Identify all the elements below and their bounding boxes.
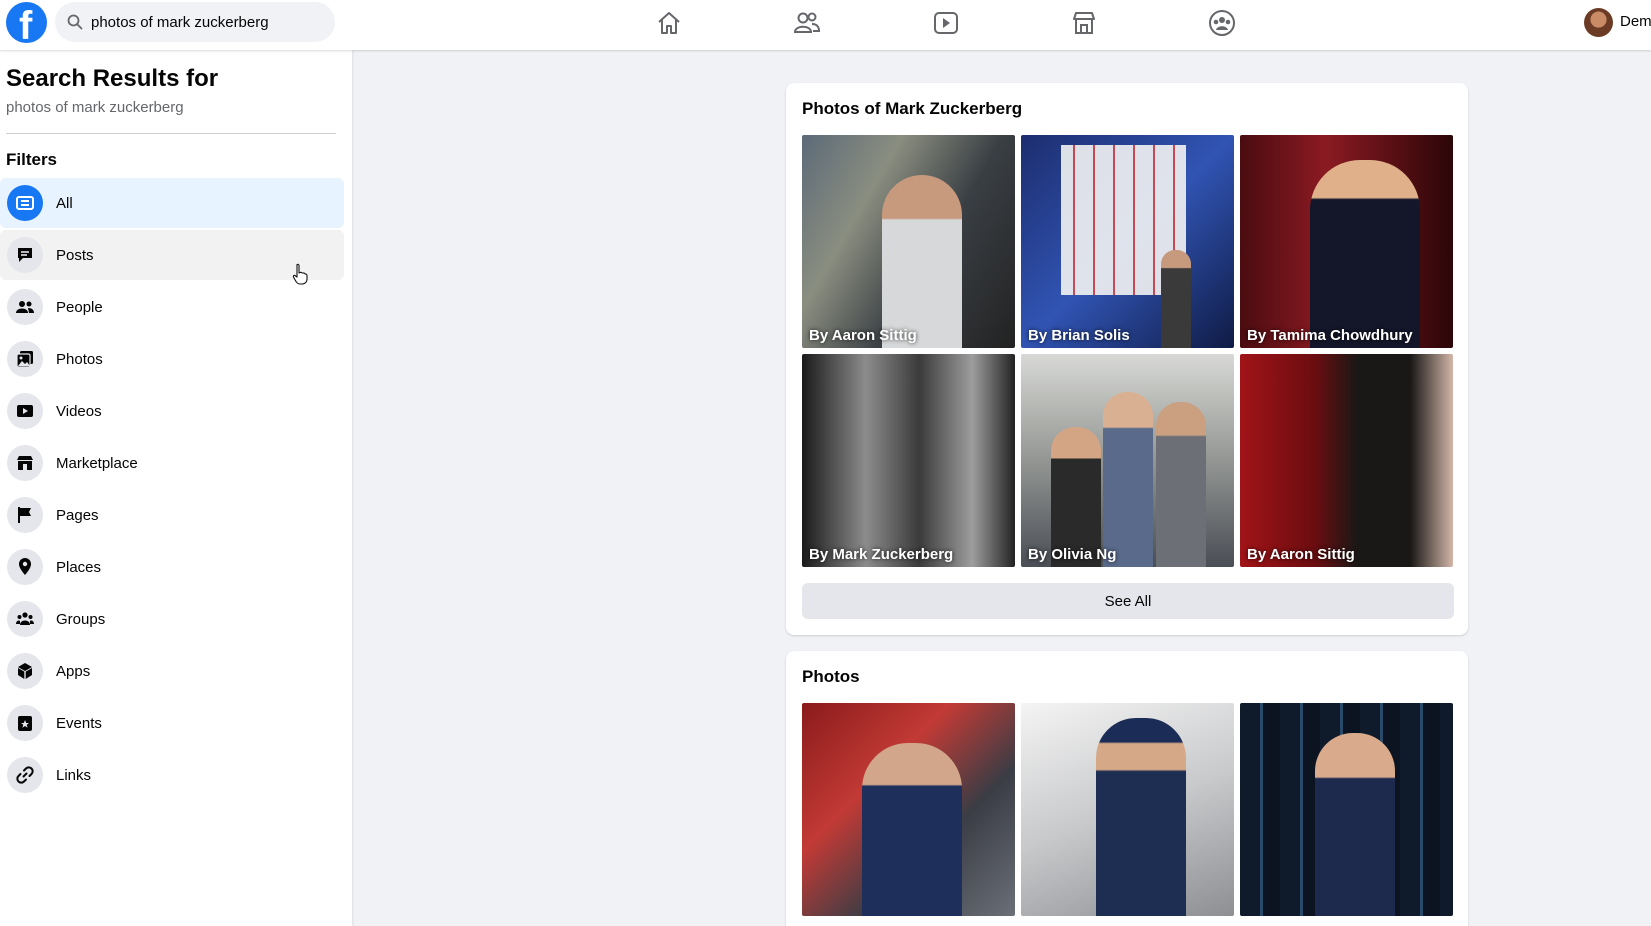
friends-icon[interactable]: [790, 6, 824, 40]
filter-item-people[interactable]: People: [0, 282, 344, 332]
card-title: Photos: [802, 667, 860, 686]
photo-tile[interactable]: By Aaron Sittig: [802, 135, 1015, 348]
photo-grid: By Aaron Sittig By Brian Solis By Tamima…: [802, 135, 1453, 567]
search-icon: [67, 14, 83, 30]
photo-caption: By Mark Zuckerberg: [809, 546, 954, 563]
filter-label: Marketplace: [56, 454, 138, 472]
photo-tile[interactable]: By Olivia Ng: [1021, 354, 1234, 567]
filter-item-apps[interactable]: Apps: [0, 646, 344, 696]
filter-label: Apps: [56, 662, 91, 680]
photo-caption: By Tamima Chowdhury: [1247, 327, 1413, 344]
photo-caption: By Aaron Sittig: [1247, 546, 1355, 563]
filter-label: Videos: [56, 402, 102, 420]
map-pin-icon: [7, 549, 43, 585]
filter-label: Pages: [56, 506, 99, 524]
marketplace-icon: [7, 445, 43, 481]
top-navigation-bar: f Dem: [0, 0, 1651, 50]
photo-caption: By Brian Solis: [1028, 327, 1130, 344]
filters-heading: Filters: [6, 150, 58, 169]
filter-item-marketplace[interactable]: Marketplace: [0, 438, 344, 488]
photos-card: Photos: [786, 651, 1468, 926]
photo-caption: By Aaron Sittig: [809, 327, 917, 344]
watch-icon[interactable]: [929, 6, 963, 40]
card-title: Photos of Mark Zuckerberg: [802, 99, 1023, 118]
filter-item-places[interactable]: Places: [0, 542, 344, 592]
search-input[interactable]: [91, 13, 311, 31]
photos-icon: [7, 341, 43, 377]
people-icon: [7, 289, 43, 325]
filter-label: Photos: [56, 350, 103, 368]
calendar-star-icon: [7, 705, 43, 741]
user-name[interactable]: Dem: [1620, 13, 1651, 30]
filter-item-all[interactable]: All: [0, 178, 344, 228]
link-icon: [7, 757, 43, 793]
filter-item-groups[interactable]: Groups: [0, 594, 344, 644]
divider: [6, 133, 336, 134]
photo-tile[interactable]: By Brian Solis: [1021, 135, 1234, 348]
filter-label: Events: [56, 714, 102, 732]
all-icon: [7, 185, 43, 221]
flag-icon: [7, 497, 43, 533]
filter-label: Places: [56, 558, 102, 576]
marketplace-icon[interactable]: [1067, 6, 1101, 40]
page-title: Search Results for: [6, 65, 219, 92]
home-icon[interactable]: [652, 6, 686, 40]
photo-tile[interactable]: [802, 703, 1015, 916]
filter-label: All: [56, 194, 73, 212]
groups-icon[interactable]: [1205, 6, 1239, 40]
groups-icon: [7, 601, 43, 637]
photo-grid: [802, 703, 1453, 916]
search-box[interactable]: [55, 2, 335, 42]
user-avatar[interactable]: [1584, 8, 1613, 37]
hand-cursor-icon: [292, 263, 308, 285]
filter-label: Groups: [56, 610, 106, 628]
photos-of-person-card: Photos of Mark Zuckerberg By Aaron Sitti…: [786, 83, 1468, 635]
photo-tile[interactable]: By Tamima Chowdhury: [1240, 135, 1453, 348]
posts-icon: [7, 237, 43, 273]
filter-item-links[interactable]: Links: [0, 750, 344, 800]
photo-tile[interactable]: By Aaron Sittig: [1240, 354, 1453, 567]
search-filters-sidebar: Search Results for photos of mark zucker…: [0, 50, 352, 926]
photo-tile[interactable]: By Mark Zuckerberg: [802, 354, 1015, 567]
photo-tile[interactable]: [1240, 703, 1453, 916]
search-query-text: photos of mark zuckerberg: [6, 99, 184, 116]
cube-icon: [7, 653, 43, 689]
filter-item-pages[interactable]: Pages: [0, 490, 344, 540]
see-all-button[interactable]: See All: [802, 583, 1454, 619]
videos-icon: [7, 393, 43, 429]
photo-tile[interactable]: [1021, 703, 1234, 916]
filter-label: People: [56, 298, 103, 316]
filter-item-events[interactable]: Events: [0, 698, 344, 748]
filter-item-photos[interactable]: Photos: [0, 334, 344, 384]
facebook-logo[interactable]: f: [6, 2, 47, 43]
filter-item-videos[interactable]: Videos: [0, 386, 344, 436]
filter-label: Posts: [56, 246, 94, 264]
filter-label: Links: [56, 766, 92, 784]
photo-caption: By Olivia Ng: [1028, 546, 1117, 563]
